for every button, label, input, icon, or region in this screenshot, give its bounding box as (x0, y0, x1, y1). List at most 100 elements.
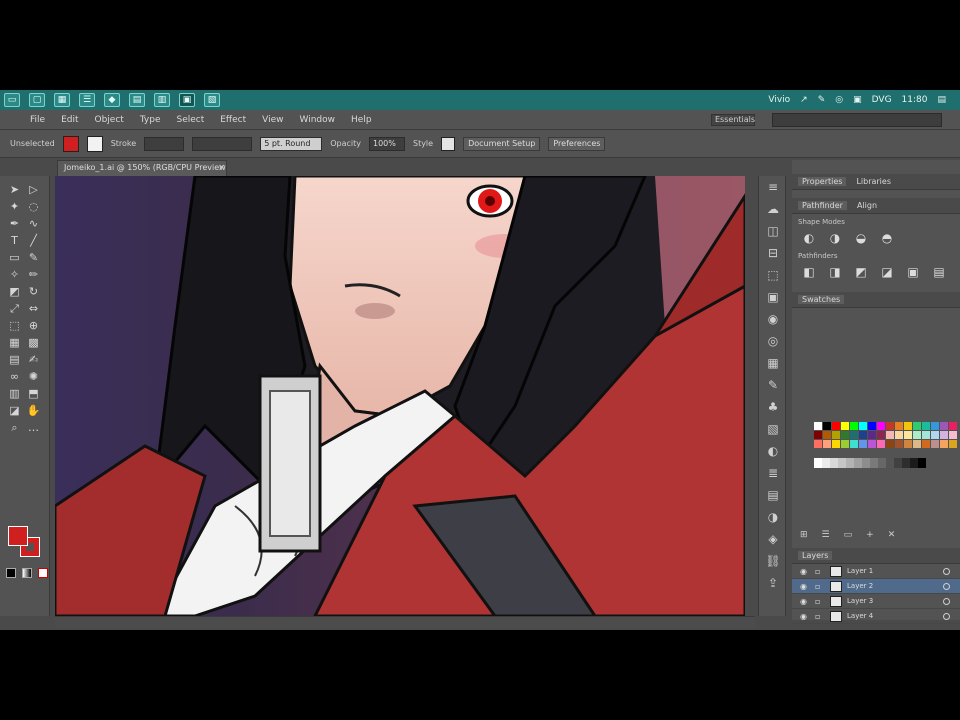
color-swatch[interactable] (913, 440, 921, 448)
rotate-tool-icon[interactable]: ↻ (25, 284, 42, 299)
layer-target-icon[interactable] (943, 582, 950, 590)
slice-tool-icon[interactable]: ◪ (6, 403, 23, 418)
color-swatch[interactable] (814, 422, 822, 430)
trim-icon[interactable]: ◨ (828, 265, 842, 279)
gray-swatch[interactable] (878, 458, 886, 468)
pencil-tool-icon[interactable]: ✏ (25, 267, 42, 282)
divide-icon[interactable]: ◧ (802, 265, 816, 279)
transparency-icon[interactable]: ◑ (759, 506, 787, 528)
color-swatch[interactable] (913, 422, 921, 430)
gray-swatch[interactable] (886, 458, 894, 468)
color-swatch[interactable] (823, 422, 831, 430)
visibility-eye-icon[interactable]: ◉ (800, 582, 810, 591)
color-swatch[interactable] (940, 440, 948, 448)
document-setup-button[interactable]: Document Setup (463, 136, 541, 151)
color-swatch[interactable] (832, 440, 840, 448)
minus-back-icon[interactable]: ▤ (932, 265, 946, 279)
color-swatch[interactable] (859, 440, 867, 448)
tab-align[interactable]: Align (857, 201, 877, 210)
window-icon[interactable]: ▭ (4, 93, 20, 107)
color-swatch[interactable] (850, 431, 858, 439)
arrow-icon[interactable]: ↗ (800, 95, 808, 105)
search-input[interactable] (772, 113, 942, 127)
color-swatch[interactable] (949, 440, 957, 448)
tab-layers[interactable]: Layers (798, 551, 833, 560)
delete-icon[interactable]: ✕ (888, 530, 896, 540)
new-swatch-icon[interactable]: + (866, 530, 874, 540)
gray-swatch[interactable] (838, 458, 846, 468)
library-icon[interactable]: ⊞ (800, 530, 808, 540)
color-swatch[interactable] (823, 431, 831, 439)
gradient-tool-icon[interactable]: ▤ (6, 352, 23, 367)
layer-target-icon[interactable] (943, 567, 950, 575)
intersect-icon[interactable]: ◒ (854, 231, 868, 245)
image-app-icon[interactable]: ▧ (204, 93, 220, 107)
color-swatch[interactable] (850, 440, 858, 448)
illustrator-icon[interactable]: ▣ (179, 93, 195, 107)
menu-item[interactable]: File (30, 115, 45, 125)
visibility-eye-icon[interactable]: ◉ (800, 597, 810, 606)
opacity-field[interactable]: 100% (368, 136, 405, 151)
diamond-app-icon[interactable]: ◆ (104, 93, 120, 107)
edit-toolbar-icon[interactable]: … (25, 420, 42, 435)
color-swatch[interactable] (922, 431, 930, 439)
artboards-icon[interactable]: ▣ (759, 286, 787, 308)
file-explorer-icon[interactable]: ▦ (54, 93, 70, 107)
color-swatch[interactable] (832, 422, 840, 430)
column-graph-icon[interactable]: ▥ (6, 386, 23, 401)
layer-target-icon[interactable] (943, 597, 950, 605)
artboard-tool-icon[interactable]: ⬒ (25, 386, 42, 401)
color-swatch[interactable] (868, 422, 876, 430)
graphic-style-swatch[interactable] (441, 136, 456, 151)
folder-icon[interactable]: ▭ (844, 530, 853, 540)
preferences-button[interactable]: Preferences (548, 136, 606, 151)
menu-item[interactable]: Help (351, 115, 372, 125)
desktop-icon[interactable]: ▢ (29, 93, 45, 107)
color-swatch[interactable] (904, 422, 912, 430)
color-swatch[interactable] (922, 422, 930, 430)
gradient-mode-icon[interactable] (22, 568, 32, 578)
properties-icon[interactable]: ≡ (759, 176, 787, 198)
tab-swatches[interactable]: Swatches (798, 295, 845, 304)
menu-item[interactable]: Effect (220, 115, 246, 125)
color-swatch[interactable] (904, 431, 912, 439)
width-tool-icon[interactable]: ⇔ (25, 301, 42, 316)
color-swatch[interactable] (859, 422, 867, 430)
color-swatch[interactable] (886, 440, 894, 448)
color-swatch[interactable] (922, 440, 930, 448)
gray-swatch[interactable] (902, 458, 910, 468)
exclude-icon[interactable]: ◓ (880, 231, 894, 245)
workspace-switcher[interactable]: Essentials (711, 114, 755, 126)
curvature-tool-icon[interactable]: ∿ (25, 216, 42, 231)
gray-swatch[interactable] (870, 458, 878, 468)
list-icon[interactable]: ☰ (79, 93, 95, 107)
scale-tool-icon[interactable]: ⤢ (6, 301, 23, 316)
shape-builder-icon[interactable]: ⊕ (25, 318, 42, 333)
menu-item[interactable]: Object (95, 115, 124, 125)
color-swatch[interactable] (895, 422, 903, 430)
color-swatch[interactable] (886, 422, 894, 430)
minus-front-icon[interactable]: ◑ (828, 231, 842, 245)
color-icon[interactable]: ◉ (759, 308, 787, 330)
tray-lang[interactable]: DVG (872, 95, 892, 105)
swatches-icon[interactable]: ▦ (759, 352, 787, 374)
shaper-tool-icon[interactable]: ✧ (6, 267, 23, 282)
pen-tool-icon[interactable]: ✒ (6, 216, 23, 231)
color-swatch[interactable] (949, 422, 957, 430)
tab-libraries[interactable]: Libraries (856, 177, 891, 186)
color-swatch[interactable] (904, 440, 912, 448)
type-tool-icon[interactable]: T (6, 233, 23, 248)
links-icon[interactable]: ⛓ (759, 550, 787, 572)
transform-icon[interactable]: ⬚ (759, 264, 787, 286)
blend-tool-icon[interactable]: ∞ (6, 369, 23, 384)
mesh-tool-icon[interactable]: ▩ (25, 335, 42, 350)
perspective-grid-icon[interactable]: ▦ (6, 335, 23, 350)
asset-export-icon[interactable]: ⇪ (759, 572, 787, 594)
symbols-icon[interactable]: ♣ (759, 396, 787, 418)
selection-tool-icon[interactable]: ➤ (6, 182, 23, 197)
color-swatch[interactable] (877, 422, 885, 430)
fill-color-box[interactable] (8, 526, 28, 546)
globe-icon[interactable]: ◎ (835, 95, 843, 105)
stroke-weight-field[interactable] (144, 136, 185, 151)
gray-swatch[interactable] (846, 458, 854, 468)
